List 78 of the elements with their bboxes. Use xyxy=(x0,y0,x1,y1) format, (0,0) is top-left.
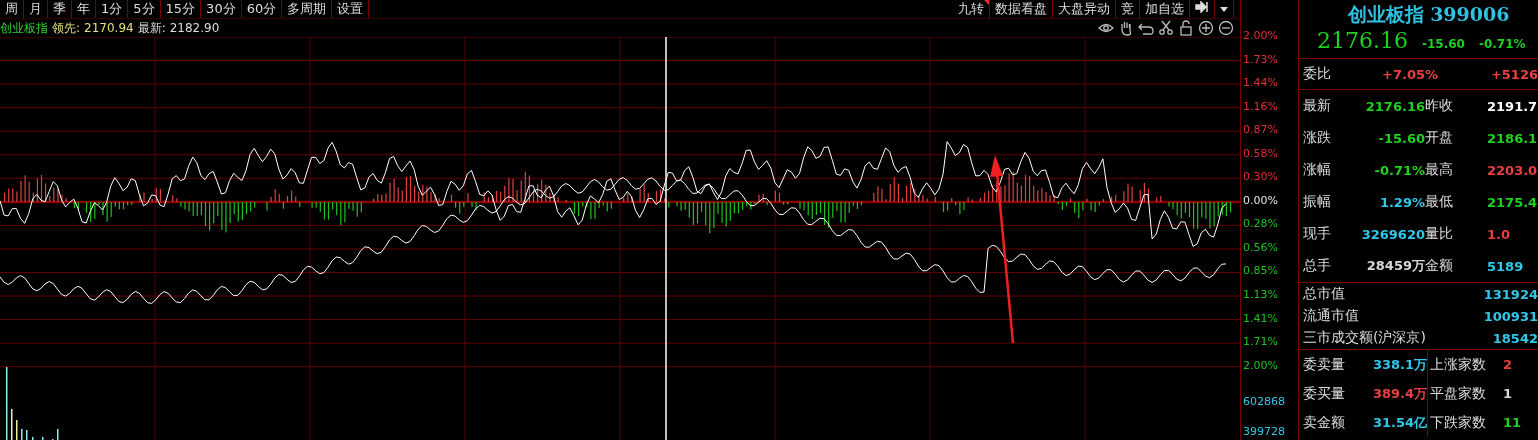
field-label: 量比 xyxy=(1425,225,1454,243)
axis-label: 1.41% xyxy=(1242,311,1279,327)
axis-label: 2.00% xyxy=(1242,358,1279,374)
axis-label: 1.44% xyxy=(1242,76,1279,92)
price-value: 2176.16 xyxy=(1317,28,1408,53)
axis-label: 1.73% xyxy=(1242,52,1279,68)
axis-label: 0.28% xyxy=(1242,217,1279,233)
index-name: 创业板指 xyxy=(0,19,48,37)
field-label: 卖金额 xyxy=(1303,413,1346,432)
axis-label: 0.00% xyxy=(1242,193,1279,209)
field-label: 涨跌 xyxy=(1303,129,1332,147)
field-label: 总手 xyxy=(1303,257,1332,275)
field-value: 18542 xyxy=(1492,330,1538,346)
field-value: 2175.4 xyxy=(1486,194,1538,210)
field-value: 2 xyxy=(1502,357,1514,372)
field-value: +7.05% xyxy=(1381,66,1438,82)
axis-label: 0.58% xyxy=(1242,146,1279,162)
field-value: 2176.16 xyxy=(1364,98,1425,114)
axis-label: 1.13% xyxy=(1242,288,1279,303)
volume-axis-label: 602868 xyxy=(1242,395,1286,411)
field-value: 2186.1 xyxy=(1486,130,1538,146)
zoom-out-icon[interactable] xyxy=(1218,20,1234,36)
field-label: 三市成交额(沪深京) xyxy=(1303,329,1426,347)
index-title: 创业板指 399006 xyxy=(1346,2,1510,27)
field-value: -15.60 xyxy=(1377,130,1425,146)
field-value: 28459万 xyxy=(1365,257,1425,275)
field-label: 总市值 xyxy=(1303,285,1345,303)
field-value: 338.1万 xyxy=(1371,355,1427,374)
field-value: 131924 xyxy=(1483,286,1538,302)
caret-icon xyxy=(1220,7,1228,13)
field-value: 1.29% xyxy=(1378,194,1425,210)
axis-label: 0.87% xyxy=(1242,123,1279,139)
lead-value: 2170.94 xyxy=(84,21,134,35)
axis-label: 0.30% xyxy=(1242,170,1279,186)
latest-label: 最新: xyxy=(137,19,166,37)
field-value: +5126 xyxy=(1489,66,1538,82)
field-label: 最新 xyxy=(1303,97,1332,115)
field-label: 现手 xyxy=(1303,225,1332,243)
scissors-icon[interactable] xyxy=(1158,20,1174,36)
field-value: 2191.7 xyxy=(1486,98,1538,114)
axis-label: 1.71% xyxy=(1242,335,1279,351)
field-value: 389.4万 xyxy=(1371,384,1427,403)
latest-value: 2182.90 xyxy=(169,21,220,35)
field-label: 上涨家数 xyxy=(1427,350,1495,379)
field-label: 委比 xyxy=(1303,65,1332,83)
lock-icon[interactable] xyxy=(1178,20,1194,36)
field-value: 1 xyxy=(1502,386,1514,401)
field-value: -0.71% xyxy=(1373,162,1425,178)
field-value: 2203.0 xyxy=(1486,162,1538,178)
field-value: 31.54亿 xyxy=(1371,413,1427,432)
field-value: 11 xyxy=(1502,415,1523,430)
field-value: 1.0 xyxy=(1486,226,1512,242)
volume-axis-label: 399728 xyxy=(1242,425,1286,440)
axis-label: 2.00% xyxy=(1242,29,1279,44)
field-label: 委买量 xyxy=(1303,384,1346,403)
field-value: 3269620 xyxy=(1360,226,1425,242)
zoom-in-icon[interactable] xyxy=(1198,20,1214,36)
field-label: 下跌家数 xyxy=(1427,408,1495,437)
change-percent: -0.71% xyxy=(1478,37,1526,51)
axis-label: 0.85% xyxy=(1242,264,1279,280)
field-label: 振幅 xyxy=(1303,193,1332,211)
field-value: 100931 xyxy=(1483,308,1538,324)
axis-label: 1.16% xyxy=(1242,99,1279,115)
field-label: 开盘 xyxy=(1425,129,1454,147)
lead-label: 领先: xyxy=(52,19,81,37)
field-label: 金额 xyxy=(1425,257,1454,275)
field-label: 流通市值 xyxy=(1303,307,1359,325)
field-label: 昨收 xyxy=(1425,97,1454,115)
field-label: 平盘家数 xyxy=(1427,379,1495,408)
field-label: 涨幅 xyxy=(1303,161,1332,179)
hand-icon[interactable] xyxy=(1118,20,1134,36)
axis-label: 0.56% xyxy=(1242,240,1279,256)
field-label: 最高 xyxy=(1425,161,1454,179)
change-value: -15.60 xyxy=(1422,37,1465,51)
field-label: 委卖量 xyxy=(1303,355,1346,374)
field-value: 5189 xyxy=(1486,258,1525,274)
pin-right-icon xyxy=(1195,1,1209,13)
field-label: 最低 xyxy=(1425,193,1454,211)
